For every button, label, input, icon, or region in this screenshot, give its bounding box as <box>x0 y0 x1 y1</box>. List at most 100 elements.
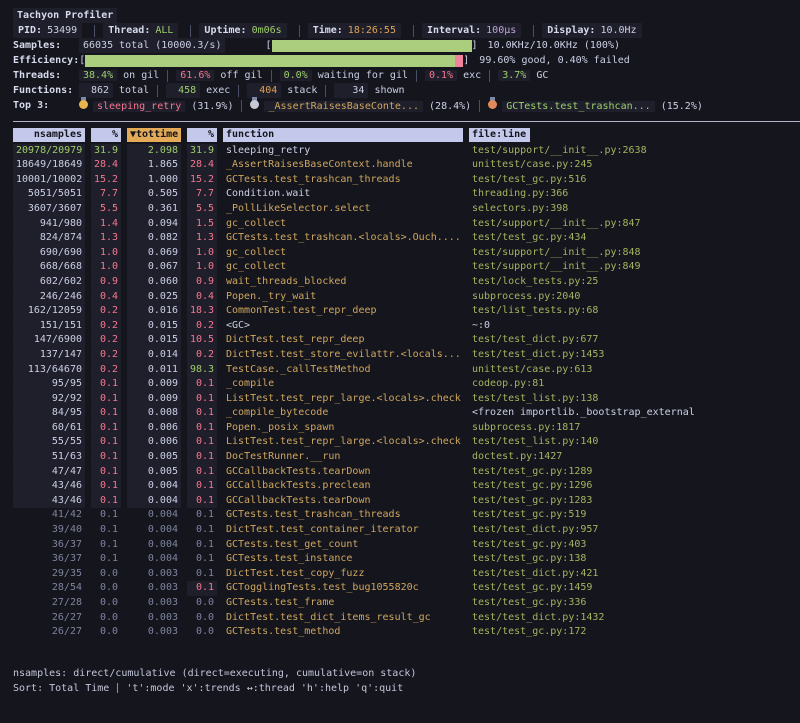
cumulative-pct-cell: 18.3 <box>187 304 217 319</box>
tottime-cell: 0.008 <box>127 406 181 421</box>
uptime-field: Uptime:0m06s <box>199 23 286 38</box>
fileline-cell: test/test_dict.py:1432 <box>469 611 800 626</box>
direct-pct-cell: 0.1 <box>91 552 121 567</box>
cumulative-pct-cell: 5.5 <box>187 202 217 217</box>
function-cell: Popen._try_wait <box>223 290 463 305</box>
direct-pct-cell: 15.2 <box>91 173 121 188</box>
status-bar: PID:53499 Thread:ALL Uptime:0m06s Time:1… <box>13 23 800 38</box>
column-header-direct-pct[interactable]: % <box>91 128 121 142</box>
nsamples-cell: 36/37 <box>13 552 85 567</box>
tottime-cell: 0.082 <box>127 231 181 246</box>
nsamples-cell: 95/95 <box>13 377 85 392</box>
cumulative-pct-cell: 0.1 <box>187 421 217 436</box>
separator-rule <box>13 121 800 122</box>
table-row: 18649/18649 28.4 1.865 28.4 _AssertRaise… <box>13 158 800 173</box>
direct-pct-cell: 5.5 <box>91 202 121 217</box>
cumulative-pct-cell: 0.1 <box>187 465 217 480</box>
column-header-tottime-sorted[interactable]: ▼tottime <box>127 128 181 142</box>
table-row: 95/95 0.1 0.009 0.1 _compile codeop.py:8… <box>13 377 800 392</box>
direct-pct-cell: 0.2 <box>91 363 121 378</box>
table-row: 20978/20979 31.9 2.098 31.9 sleeping_ret… <box>13 144 800 159</box>
table-row: 36/37 0.1 0.004 0.1 GCTests.test_instanc… <box>13 552 800 567</box>
tottime-cell: 0.005 <box>127 450 181 465</box>
tottime-cell: 0.015 <box>127 319 181 334</box>
direct-pct-cell: 7.7 <box>91 187 121 202</box>
functions-line: Functions: 862 total 458 exec 404 stack … <box>13 83 800 98</box>
function-cell: _compile <box>223 377 463 392</box>
fileline-cell: subprocess.py:1817 <box>469 421 800 436</box>
tottime-cell: 0.005 <box>127 465 181 480</box>
direct-pct-cell: 28.4 <box>91 158 121 173</box>
nsamples-cell: 41/42 <box>13 508 85 523</box>
cumulative-pct-cell: 0.1 <box>187 508 217 523</box>
column-header-cumulative-pct[interactable]: % <box>187 128 217 142</box>
fileline-cell: threading.py:366 <box>469 187 800 202</box>
table-row: 60/61 0.1 0.006 0.1 Popen._posix_spawn s… <box>13 421 800 436</box>
thread-stat: 38.4% on gil <box>79 68 159 83</box>
nsamples-cell: 26/27 <box>13 611 85 626</box>
divider <box>416 70 417 82</box>
direct-pct-cell: 0.0 <box>91 611 121 626</box>
tottime-cell: 0.004 <box>127 494 181 509</box>
function-cell: gc_collect <box>223 217 463 232</box>
divider <box>299 25 300 37</box>
column-header-fileline[interactable]: file:line <box>469 128 530 142</box>
direct-pct-cell: 0.1 <box>91 523 121 538</box>
direct-pct-cell: 0.1 <box>91 406 121 421</box>
fileline-cell: test/test_gc.py:516 <box>469 173 800 188</box>
divider <box>533 25 534 37</box>
function-cell: wait_threads_blocked <box>223 275 463 290</box>
table-row: 668/668 1.0 0.067 1.0 gc_collect test/su… <box>13 260 800 275</box>
function-cell: ListTest.test_repr_large.<locals>.check <box>223 392 463 407</box>
fileline-cell: test/test_gc.py:1296 <box>469 479 800 494</box>
fileline-cell: test/support/__init__.py:847 <box>469 217 800 232</box>
function-cell: DictTest.test_copy_fuzz <box>223 567 463 582</box>
fileline-cell: doctest.py:1427 <box>469 450 800 465</box>
samples-rate: 10.0KHz/10.0KHz (100%) <box>488 38 620 53</box>
function-cell: <GC> <box>223 319 463 334</box>
tottime-cell: 0.004 <box>127 508 181 523</box>
direct-pct-cell: 0.1 <box>91 435 121 450</box>
table-row: 151/151 0.2 0.015 0.2 <GC> ~:0 <box>13 319 800 334</box>
cumulative-pct-cell: 0.1 <box>187 552 217 567</box>
tottime-cell: 0.016 <box>127 304 181 319</box>
cumulative-pct-cell: 0.1 <box>187 523 217 538</box>
efficiency-summary: 99.60% good, 0.40% failed <box>479 53 630 68</box>
medal-icon <box>79 97 88 109</box>
table-row: 602/602 0.9 0.060 0.9 wait_threads_block… <box>13 275 800 290</box>
tottime-cell: 0.006 <box>127 435 181 450</box>
cumulative-pct-cell: 0.9 <box>187 275 217 290</box>
keyboard-shortcut[interactable]: 'h':help <box>301 681 349 696</box>
function-cell: DictTest.test_repr_deep <box>223 333 463 348</box>
cumulative-pct-cell: 0.4 <box>187 290 217 305</box>
function-cell: Condition.wait <box>223 187 463 202</box>
table-row: 26/27 0.0 0.003 0.0 DictTest.test_dict_i… <box>13 611 800 626</box>
thread-stat: 3.7% GC <box>498 68 548 83</box>
table-row: 55/55 0.1 0.006 0.1 ListTest.test_repr_l… <box>13 435 800 450</box>
keyboard-shortcut[interactable]: 'x':trends <box>181 681 241 696</box>
nsamples-cell: 113/64670 <box>13 363 85 378</box>
threads-line: Threads: 38.4% on gil 61.6% off gil 0.0%… <box>13 68 800 83</box>
keyboard-shortcut[interactable]: 't':mode <box>126 681 174 696</box>
keyboard-shortcut[interactable]: ↔:thread <box>247 681 295 696</box>
divider <box>271 70 272 82</box>
app-title: Tachyon Profiler <box>13 8 117 23</box>
table-row: 137/147 0.2 0.014 0.2 DictTest.test_stor… <box>13 348 800 363</box>
top3-item: _AssertRaisesBaseConte... (28.4%) <box>250 97 471 114</box>
tottime-cell: 1.865 <box>127 158 181 173</box>
direct-pct-cell: 0.2 <box>91 304 121 319</box>
column-header-nsamples[interactable]: nsamples <box>13 128 85 142</box>
column-header-function[interactable]: function <box>223 128 463 142</box>
pid-field: PID:53499 <box>13 23 82 38</box>
cumulative-pct-cell: 28.4 <box>187 158 217 173</box>
nsamples-cell: 162/12059 <box>13 304 85 319</box>
keyboard-shortcut[interactable]: 'q':quit <box>355 681 403 696</box>
direct-pct-cell: 1.4 <box>91 217 121 232</box>
tottime-cell: 0.014 <box>127 348 181 363</box>
direct-pct-cell: 0.4 <box>91 290 121 305</box>
direct-pct-cell: 1.0 <box>91 246 121 261</box>
function-stat: 458 exec <box>166 83 230 98</box>
table-row: 51/63 0.1 0.005 0.1 DocTestRunner.__run … <box>13 450 800 465</box>
table-row: 29/35 0.0 0.003 0.1 DictTest.test_copy_f… <box>13 567 800 582</box>
table-row: 690/690 1.0 0.069 1.0 gc_collect test/su… <box>13 246 800 261</box>
